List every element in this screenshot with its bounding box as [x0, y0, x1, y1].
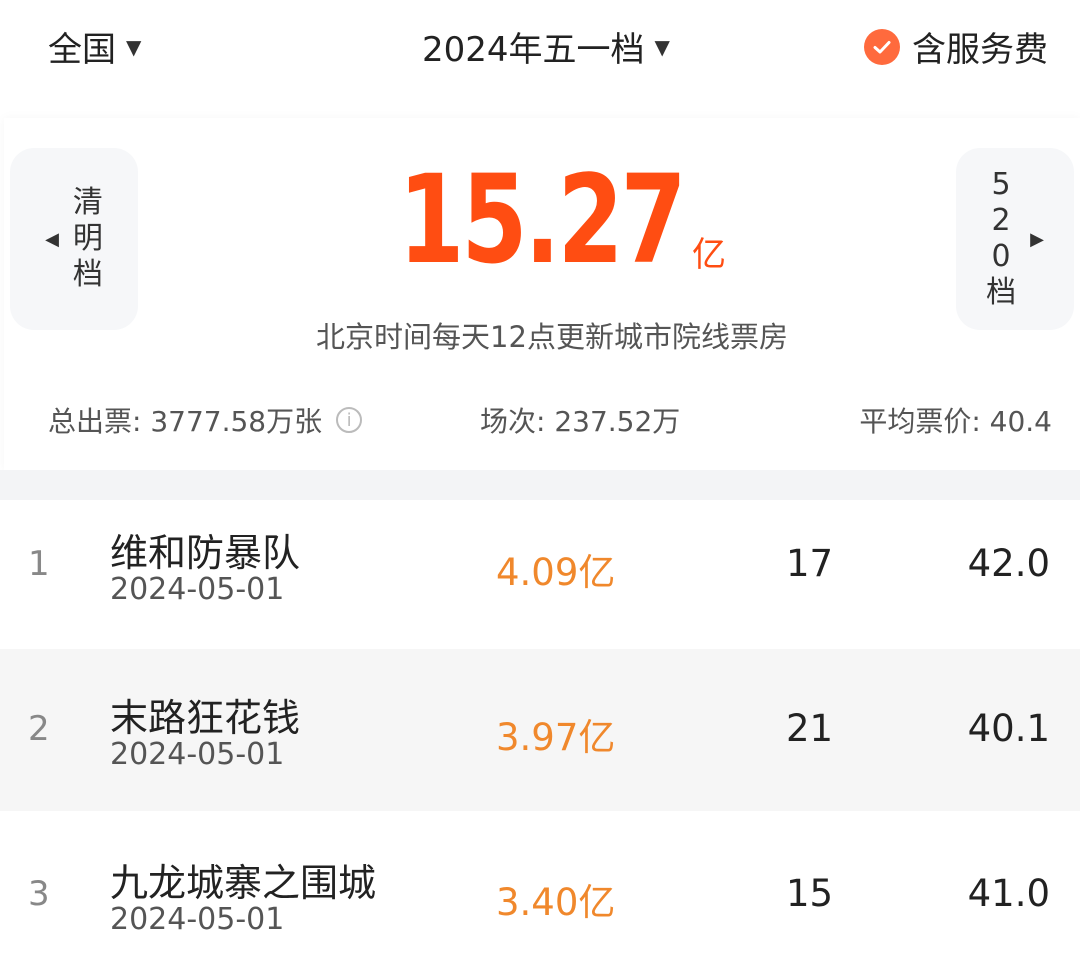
total-box-office: 15.27 亿: [4, 158, 1080, 282]
update-note: 北京时间每天12点更新城市院线票房: [316, 320, 788, 354]
arrow-right-icon: ▶: [1030, 228, 1044, 250]
service-fee-label: 含服务费: [912, 30, 1048, 70]
total-unit: 亿: [691, 235, 726, 275]
next-period-button[interactable]: 5 2 0 档 ▶: [956, 148, 1074, 330]
caret-down-icon: ▼: [654, 34, 670, 59]
next-period-label: 5 2 0 档: [986, 167, 1017, 310]
movie-avg-price: 42.0: [967, 542, 1050, 585]
total-tickets: 总出票: 3777.58万张 i: [48, 400, 363, 440]
service-fee-toggle[interactable]: 含服务费: [864, 22, 1048, 71]
movie-share: 21: [786, 707, 834, 750]
movie-title: 九龙城寨之围城: [110, 861, 377, 905]
movie-box-office: 4.09亿: [496, 551, 616, 594]
movie-rank: 3: [28, 874, 50, 914]
movie-release-date: 2024-05-01: [110, 572, 285, 607]
movie-release-date: 2024-05-01: [110, 737, 285, 772]
average-price: 平均票价: 40.4: [859, 405, 1052, 438]
movie-share: 15: [786, 872, 834, 915]
movie-row[interactable]: 3 九龙城寨之围城 2024-05-01 3.40亿 15 41.0: [0, 814, 1080, 976]
movie-title: 维和防暴队: [110, 531, 301, 575]
movie-row[interactable]: 2 末路狂花钱 2024-05-01 3.97亿 21 40.1: [0, 649, 1080, 811]
movie-row[interactable]: 1 维和防暴队 2024-05-01 4.09亿 17 42.0: [0, 484, 1080, 646]
caret-down-icon: ▼: [126, 34, 142, 59]
movie-title: 末路狂花钱: [110, 696, 301, 740]
region-label: 全国: [48, 30, 116, 70]
movie-release-date: 2024-05-01: [110, 902, 285, 937]
period-selector[interactable]: 2024年五一档 ▼: [422, 22, 670, 71]
total-shows: 场次: 237.52万: [480, 405, 681, 438]
region-selector[interactable]: 全国 ▼: [48, 22, 141, 71]
movie-rank: 1: [28, 544, 50, 584]
box-office-summary: ◀ 清 明 档 15.27 亿 北京时间每天12点更新城市院线票房 5 2 0 …: [4, 118, 1080, 470]
movie-avg-price: 40.1: [967, 707, 1050, 750]
period-label: 2024年五一档: [422, 30, 645, 70]
movie-box-office: 3.40亿: [496, 881, 616, 924]
movie-rank: 2: [28, 709, 50, 749]
movie-share: 17: [786, 542, 834, 585]
total-amount: 15.27: [398, 149, 687, 291]
top-bar: 全国 ▼ 2024年五一档 ▼ 含服务费: [0, 0, 1080, 92]
movie-avg-price: 41.0: [967, 872, 1050, 915]
check-circle-icon: [864, 28, 900, 65]
total-tickets-text: 总出票: 3777.58万张: [48, 405, 323, 438]
stats-row: 总出票: 3777.58万张 i 场次: 237.52万 平均票价: 40.4: [48, 400, 1052, 440]
movie-box-office: 3.97亿: [496, 716, 616, 759]
info-icon[interactable]: i: [336, 407, 363, 433]
